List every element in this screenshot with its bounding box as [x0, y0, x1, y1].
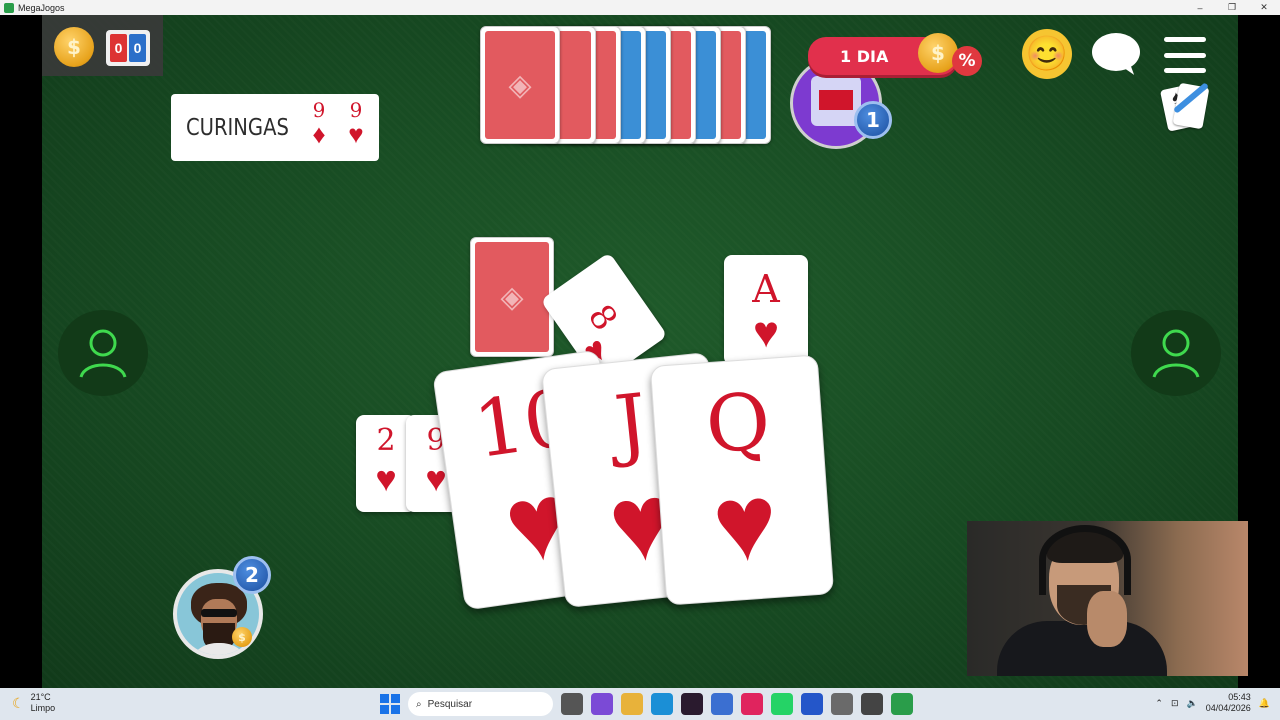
system-tray: ⌃ ⊡ 🔈 05:43 04/04/2026 🔔	[1155, 692, 1270, 714]
moon-icon: ☾	[12, 694, 25, 711]
maximize-button[interactable]: ❐	[1216, 0, 1248, 15]
edge-browser-icon[interactable]	[651, 693, 673, 715]
notifications-icon[interactable]: 🔔	[1259, 698, 1270, 709]
weather-temperature: 21°C	[30, 692, 51, 702]
volume-icon[interactable]: 🔈	[1187, 698, 1198, 709]
clock-date: 04/04/2026	[1205, 703, 1251, 713]
weather-widget[interactable]: ☾ 21°C Limpo	[12, 692, 55, 714]
terminal-app-icon[interactable]	[681, 693, 703, 715]
wildcard-2-suit: ♥	[348, 119, 364, 149]
scoreboard-icon[interactable]: 0 0	[106, 30, 150, 66]
app-icon	[4, 2, 14, 13]
close-button[interactable]: ✕	[1248, 0, 1280, 15]
minimize-button[interactable]: –	[1184, 0, 1216, 15]
taskbar: ☾ 21°C Limpo ⌕ Pesquisar ⌃ ⊡ 🔈 05:43 04/…	[0, 688, 1280, 720]
taskbar-search[interactable]: ⌕ Pesquisar	[408, 692, 553, 716]
card-back: ◈	[480, 26, 560, 144]
opponent-hand: ◈	[478, 24, 773, 146]
whatsapp-icon[interactable]	[771, 693, 793, 715]
meld-big-3-rank: Q	[703, 377, 774, 472]
discard-suit: ♥	[752, 308, 780, 357]
wildcard-2: 9 ♥	[344, 98, 368, 149]
network-icon[interactable]: ⊡	[1171, 698, 1179, 709]
meld-big-3-suit: ♥	[708, 459, 782, 585]
megajogos-app-icon[interactable]	[891, 693, 913, 715]
obs-app-icon[interactable]	[861, 693, 883, 715]
scoreboard-right: 0	[129, 34, 146, 62]
discard-rank: A	[752, 267, 780, 311]
clock-time: 05:43	[1228, 692, 1251, 702]
task-view-icon[interactable]	[561, 693, 583, 715]
wildcards-label: CURINGAS	[186, 114, 289, 141]
media-player-icon[interactable]	[741, 693, 763, 715]
draw-pile[interactable]: ◈	[470, 237, 554, 357]
screen: MegaJogos – ❐ ✕ $ 0 0 CURINGAS 9 ♦ 9 ♥ ◈…	[0, 0, 1280, 720]
player-coin-icon: $	[232, 627, 252, 647]
window-titlebar: MegaJogos – ❐ ✕	[0, 0, 1280, 15]
search-placeholder: Pesquisar	[427, 698, 473, 710]
emoji-button[interactable]: 😊	[1022, 29, 1072, 79]
start-button[interactable]	[380, 694, 400, 714]
discount-icon: %	[952, 46, 982, 76]
clock[interactable]: 05:43 04/04/2026	[1206, 692, 1251, 714]
wildcard-1: 9 ♦	[307, 98, 331, 149]
empty-player-left-icon[interactable]	[58, 310, 148, 396]
store-icon[interactable]	[711, 693, 733, 715]
discard-card[interactable]: A ♥	[724, 255, 808, 365]
chat-icon[interactable]	[1092, 33, 1140, 71]
window-title: MegaJogos	[18, 2, 65, 13]
promo-coin-icon: $	[918, 33, 958, 73]
weather-condition: Limpo	[30, 703, 56, 713]
wildcards-panel: CURINGAS 9 ♦ 9 ♥	[171, 94, 379, 161]
empty-player-right-icon[interactable]	[1131, 310, 1221, 396]
file-explorer-icon[interactable]	[621, 693, 643, 715]
webcam-overlay	[967, 521, 1248, 676]
menu-icon[interactable]	[1164, 37, 1206, 73]
player-level-badge: 2	[233, 556, 271, 594]
deck-theme-icon[interactable]: ♠	[1159, 81, 1210, 132]
pile-top-rank: 8	[579, 297, 626, 339]
scoreboard-left: 0	[110, 34, 127, 62]
settings-gear-icon[interactable]	[831, 693, 853, 715]
coins-icon[interactable]: $	[54, 27, 94, 67]
opponent-level-badge: 1	[854, 101, 892, 139]
search-icon: ⌕	[416, 698, 422, 710]
ea-app-icon[interactable]	[801, 693, 823, 715]
meld-card-big-3[interactable]: Q ♥	[649, 354, 835, 606]
chevron-up-icon[interactable]: ⌃	[1155, 698, 1163, 709]
wildcard-1-suit: ♦	[312, 119, 326, 149]
widgets-app-icon[interactable]	[591, 693, 613, 715]
